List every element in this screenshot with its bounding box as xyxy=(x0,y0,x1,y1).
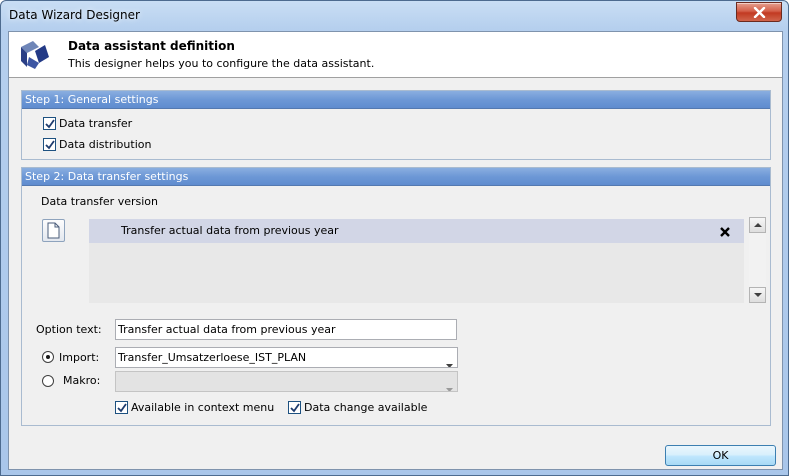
title-bar[interactable]: Data Wizard Designer xyxy=(1,1,788,31)
version-label: Data transfer version xyxy=(41,195,158,208)
option-text-field[interactable]: Transfer actual data from previous year xyxy=(115,319,457,340)
context-menu-label: Available in context menu xyxy=(131,401,275,414)
makro-select[interactable] xyxy=(115,371,458,392)
step2-group: Step 2: Data transfer settings Data tran… xyxy=(21,167,771,426)
data-transfer-label: Data transfer xyxy=(59,117,133,130)
step2-header: Step 2: Data transfer settings xyxy=(22,168,770,186)
dialog-client-area: Data assistant definition This designer … xyxy=(8,31,783,470)
checkbox-checked-icon xyxy=(43,138,56,151)
new-version-button[interactable] xyxy=(42,219,65,242)
remove-version-button[interactable] xyxy=(718,224,732,238)
import-select[interactable]: Transfer_Umsatzerloese_IST_PLAN xyxy=(115,347,458,368)
version-list[interactable]: Transfer actual data from previous year xyxy=(89,219,744,303)
close-button[interactable] xyxy=(736,2,782,22)
version-list-scrollbar[interactable] xyxy=(749,217,766,303)
chevron-down-icon xyxy=(446,379,453,391)
import-label: Import: xyxy=(59,351,100,364)
window-title: Data Wizard Designer xyxy=(9,8,140,22)
option-text-label: Option text: xyxy=(36,323,102,336)
data-change-label: Data change available xyxy=(304,401,428,414)
cube-logo-icon xyxy=(17,39,51,74)
data-transfer-checkbox[interactable]: Data transfer xyxy=(43,117,132,130)
chevron-down-icon xyxy=(446,355,453,367)
header-subtitle: This designer helps you to configure the… xyxy=(68,57,375,70)
ok-button[interactable]: OK xyxy=(665,445,776,466)
checkbox-checked-icon xyxy=(288,401,301,414)
close-x-icon xyxy=(718,227,732,242)
scroll-up-button[interactable] xyxy=(749,217,766,233)
import-radio[interactable] xyxy=(42,351,54,363)
checkbox-checked-icon xyxy=(43,117,56,130)
header-title: Data assistant definition xyxy=(68,39,235,53)
data-distribution-label: Data distribution xyxy=(59,138,152,151)
data-change-checkbox[interactable]: Data change available xyxy=(288,401,427,414)
dialog-header: Data assistant definition This designer … xyxy=(9,32,782,78)
data-distribution-checkbox[interactable]: Data distribution xyxy=(43,138,151,151)
import-value: Transfer_Umsatzerloese_IST_PLAN xyxy=(118,351,307,364)
makro-label: Makro: xyxy=(63,374,101,387)
checkbox-checked-icon xyxy=(115,401,128,414)
step1-group: Step 1: General settings Data transfer D… xyxy=(21,90,771,160)
dialog-window: Data Wizard Designer Data assistant defi… xyxy=(0,0,789,476)
list-item[interactable]: Transfer actual data from previous year xyxy=(89,219,744,243)
version-item-label: Transfer actual data from previous year xyxy=(121,224,339,237)
context-menu-checkbox[interactable]: Available in context menu xyxy=(115,401,274,414)
step1-header: Step 1: General settings xyxy=(22,91,770,109)
makro-radio[interactable] xyxy=(42,375,54,387)
radio-selected-dot xyxy=(46,355,50,359)
scroll-down-button[interactable] xyxy=(749,287,766,303)
